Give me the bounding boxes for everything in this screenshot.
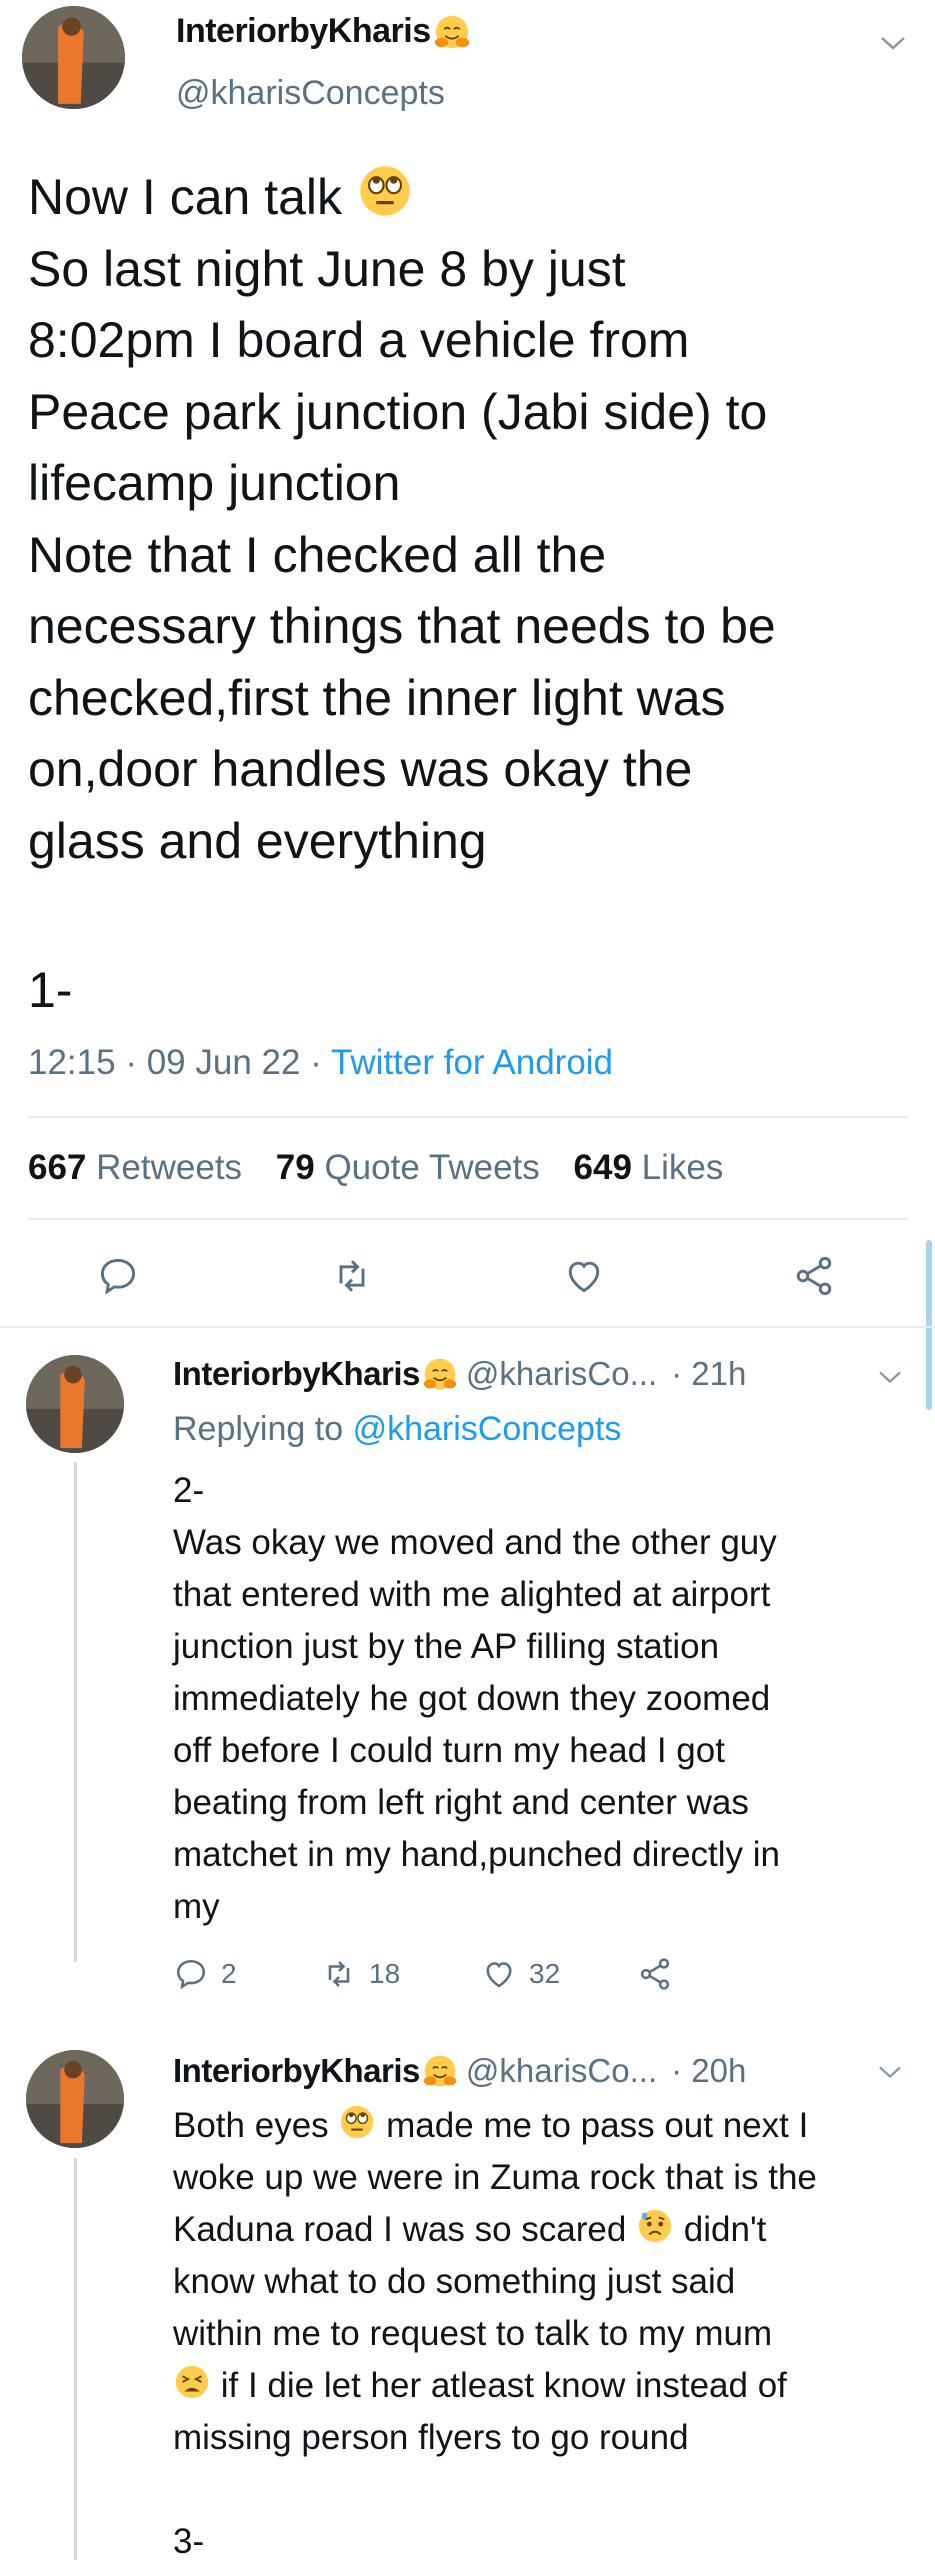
separator-dot: ·: [125, 1043, 147, 1082]
chevron-down-icon[interactable]: [878, 32, 908, 54]
author-avatar[interactable]: [22, 6, 125, 109]
reply-author-avatar[interactable]: [26, 1355, 124, 1453]
like-count: 32: [529, 1958, 561, 1989]
reply-line: immediately he got down they zoomed: [173, 1679, 771, 1718]
reply-line: Was okay we moved and the other guy: [173, 1523, 777, 1562]
tweet-line: 8:02pm I board a vehicle from: [28, 312, 690, 368]
reply-time[interactable]: · 20h: [671, 2052, 746, 2090]
rolling-eyes-emoji: [340, 2104, 375, 2140]
share-icon[interactable]: [637, 1956, 673, 1992]
divider: [28, 1116, 908, 1118]
divider: [0, 1326, 935, 1328]
reply-author-name[interactable]: InteriorbyKharis: [173, 1355, 420, 1393]
quote-tweets-stat[interactable]: 79 Quote Tweets: [276, 1148, 540, 1187]
reply-author-handle[interactable]: @kharisCo...: [466, 2052, 657, 2090]
reply-line: Kaduna road I was so scared didn't: [173, 2204, 923, 2256]
reply-line: Both eyes made me to pass out next I: [173, 2100, 923, 2152]
reply-body: Both eyes made me to pass out next I wok…: [173, 2100, 923, 2568]
chevron-down-icon[interactable]: [876, 1367, 904, 1387]
reply-author-name[interactable]: InteriorbyKharis: [173, 2052, 420, 2090]
reply-line: missing person flyers to go round: [173, 2418, 689, 2457]
reply-line: off before I could turn my head I got: [173, 1731, 725, 1770]
reply-icon[interactable]: [96, 1254, 140, 1298]
tweet-source[interactable]: Twitter for Android: [331, 1043, 613, 1082]
reply-line: know what to do something just said: [173, 2262, 736, 2301]
reply-body: 2- Was okay we moved and the other guy t…: [173, 1465, 923, 1933]
tweet-line: necessary things that needs to be: [28, 598, 776, 654]
replying-to-handle[interactable]: @kharisConcepts: [353, 1410, 622, 1448]
reply-count: 2: [221, 1958, 237, 1989]
like-icon[interactable]: [562, 1254, 606, 1298]
author-name[interactable]: InteriorbyKharis: [176, 12, 431, 51]
tweet-line: Now I can talk: [28, 162, 918, 234]
engagement-stats: 667 Retweets 79 Quote Tweets 649 Likes: [28, 1148, 723, 1188]
scrollbar[interactable]: [926, 1240, 932, 1410]
tweet-line: glass and everything: [28, 812, 487, 869]
tweet-date[interactable]: 09 Jun 22: [147, 1043, 301, 1082]
avatar-photo-icon: [26, 2050, 124, 2148]
reply-line: 3-: [173, 2522, 205, 2561]
tweet-time[interactable]: 12:15: [28, 1043, 116, 1082]
divider: [28, 1218, 908, 1220]
retweets-stat[interactable]: 667 Retweets: [28, 1148, 242, 1187]
avatar-photo-icon: [22, 6, 125, 109]
thread-connector-line: [74, 1462, 77, 1962]
hugging-face-emoji: [422, 1357, 458, 1391]
reply-action-bar: 2 18 32: [173, 1956, 673, 1992]
hugging-face-emoji: [433, 14, 470, 49]
hugging-face-emoji: [422, 2054, 458, 2088]
chevron-down-icon[interactable]: [876, 2062, 904, 2082]
tweet-body: Now I can talk So last night June 8 by j…: [28, 162, 918, 877]
thread-number: 1-: [28, 962, 73, 1018]
reply-header: InteriorbyKharis @kharisCo... · 20h: [173, 2052, 746, 2090]
replying-to: Replying to @kharisConcepts: [173, 1410, 622, 1448]
likes-stat[interactable]: 649 Likes: [574, 1148, 724, 1187]
timestamp-row: 12:15 · 09 Jun 22 · Twitter for Android: [28, 1043, 613, 1083]
retweet-icon[interactable]: [330, 1254, 374, 1298]
tweet-line: Note that I checked all the: [28, 526, 607, 583]
like-icon[interactable]: [481, 1956, 517, 1992]
tweet-line: checked,first the inner light was: [28, 669, 726, 726]
tired-face-emoji: [174, 2365, 210, 2400]
retweet-icon[interactable]: [321, 1956, 357, 1992]
retweet-count: 18: [369, 1958, 401, 1989]
reply-line: if I die let her atleast know instead of: [173, 2360, 923, 2412]
reply-line: 2-: [173, 1471, 205, 1510]
reply-line: within me to request to talk to my mum: [173, 2314, 773, 2353]
reply-line: woke up we were in Zuma rock that is the: [173, 2158, 817, 2197]
separator-dot: ·: [310, 1043, 331, 1082]
tweet-line: So last night June 8 by just: [28, 240, 626, 297]
reply-icon[interactable]: [173, 1956, 209, 1992]
reply-line: beating from left right and center was: [173, 1783, 749, 1822]
reply-line: junction just by the AP filling station: [173, 1627, 720, 1666]
tweet-line: Peace park junction (Jabi side) to: [28, 383, 768, 440]
share-icon[interactable]: [792, 1254, 836, 1298]
reply-author-avatar[interactable]: [26, 2050, 124, 2148]
rolling-eyes-emoji: [358, 164, 412, 218]
reply-time[interactable]: · 21h: [671, 1355, 746, 1393]
avatar-photo-icon: [26, 1355, 124, 1453]
reply-line: matchet in my hand,punched directly in: [173, 1835, 780, 1874]
reply-line: that entered with me alighted at airport: [173, 1575, 771, 1614]
tweet-line: on,door handles was okay the: [28, 741, 693, 797]
thread-connector-line: [74, 2158, 77, 2560]
reply-header: InteriorbyKharis @kharisCo... · 21h: [173, 1355, 746, 1393]
author-handle[interactable]: @kharisConcepts: [176, 74, 445, 113]
tweet-line: lifecamp junction: [28, 455, 401, 511]
author-name-row: InteriorbyKharis: [176, 12, 471, 51]
anxious-face-emoji: [637, 2208, 673, 2244]
reply-author-handle[interactable]: @kharisCo...: [466, 1355, 657, 1393]
reply-line: my: [173, 1887, 220, 1926]
